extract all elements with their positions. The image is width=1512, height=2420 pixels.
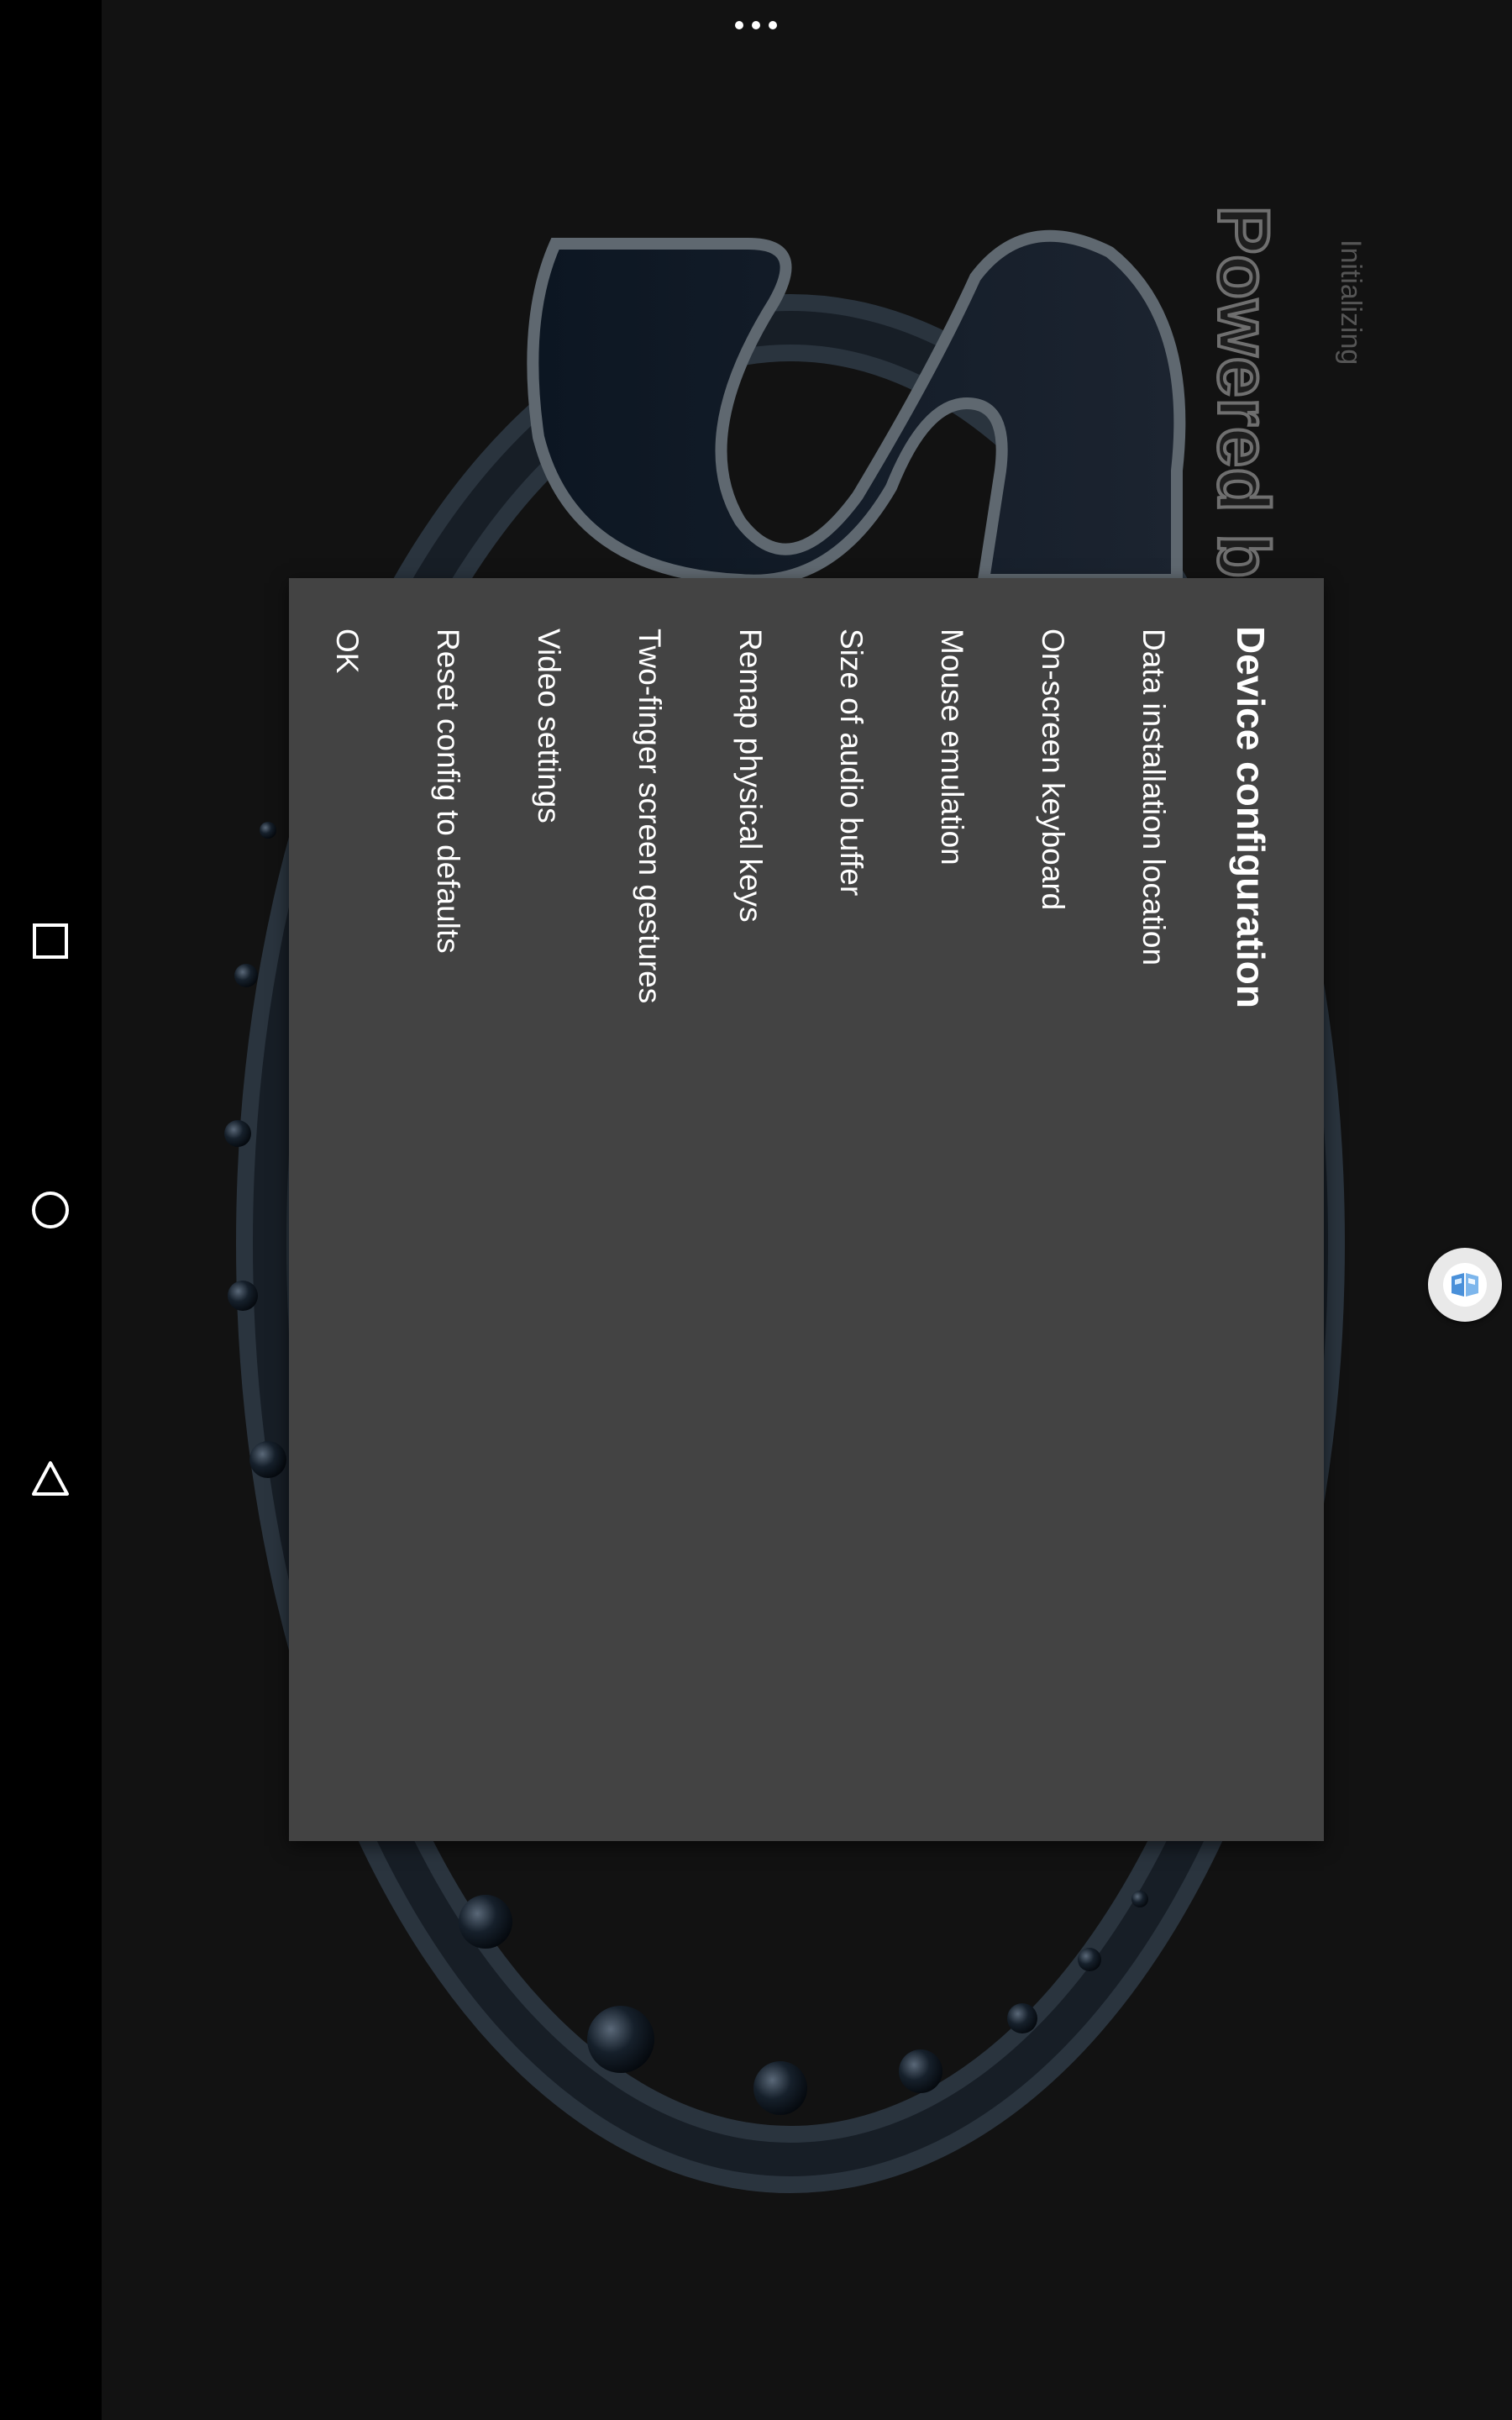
- dialog-title: Device configuration: [1229, 626, 1273, 1008]
- menu-item-audio-buffer-size[interactable]: Size of audio buffer: [833, 629, 869, 896]
- more-dots-icon: [735, 21, 777, 29]
- menu-item-remap-physical-keys[interactable]: Remap physical keys: [732, 629, 768, 923]
- splash-title: Powered b: [1201, 206, 1284, 580]
- splash-status: Initializing: [1335, 239, 1367, 366]
- home-button[interactable]: [17, 1176, 84, 1244]
- floating-app-button[interactable]: [1428, 1248, 1502, 1322]
- back-icon: [32, 1461, 69, 1496]
- menu-item-reset-config[interactable]: Reset config to defaults: [430, 629, 465, 954]
- overflow-menu-button[interactable]: [722, 8, 790, 42]
- recents-button[interactable]: [17, 908, 84, 975]
- menu-item-data-installation-location[interactable]: Data installation location: [1136, 629, 1171, 965]
- menu-item-video-settings[interactable]: Video settings: [531, 629, 566, 823]
- navigation-bar: [0, 0, 102, 2420]
- recents-icon: [33, 923, 68, 959]
- menu-item-two-finger-gestures[interactable]: Two-finger screen gestures: [632, 629, 667, 1003]
- book-cube-icon: [1443, 1263, 1487, 1307]
- menu-item-on-screen-keyboard[interactable]: On-screen keyboard: [1035, 629, 1070, 910]
- home-icon: [32, 1192, 69, 1228]
- app-screen: Powered b Initializing Device configurat…: [0, 0, 1512, 2420]
- ok-button[interactable]: OK: [329, 629, 365, 673]
- back-button[interactable]: [17, 1445, 84, 1512]
- menu-item-mouse-emulation[interactable]: Mouse emulation: [934, 629, 969, 865]
